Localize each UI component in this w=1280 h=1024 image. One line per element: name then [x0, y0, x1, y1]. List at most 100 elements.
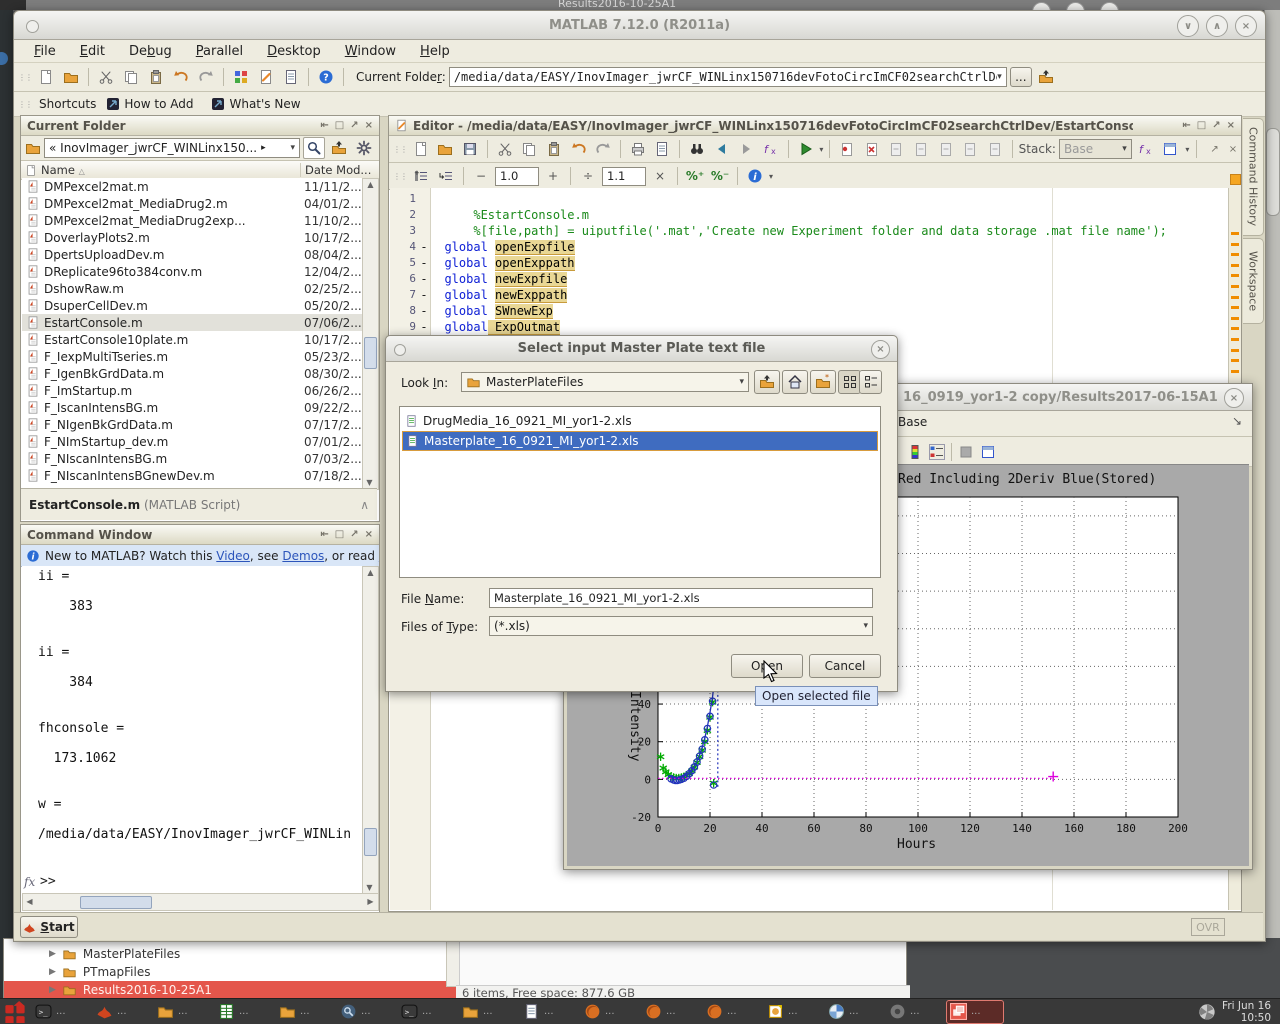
- breadcrumb-expand-icon[interactable]: ▸: [261, 143, 266, 153]
- editor-header[interactable]: Editor - /media/data/EASY/InovImager_jwr…: [389, 116, 1241, 136]
- annotation-mark[interactable]: [1231, 349, 1239, 352]
- shortcut-how-to-add[interactable]: How to Add: [124, 97, 193, 111]
- annotation-mark[interactable]: [1231, 296, 1239, 299]
- menu-item-parallel[interactable]: Parallel: [196, 44, 243, 59]
- new-script-button[interactable]: [35, 66, 57, 88]
- file-row[interactable]: F_ImStartup.m06/26/2...: [22, 382, 362, 399]
- taskbar-button-browser[interactable]: ...: [825, 1001, 881, 1023]
- date-column[interactable]: Date Mod...: [300, 163, 379, 177]
- step-out-icon[interactable]: [935, 138, 957, 160]
- exec-marker[interactable]: -: [418, 287, 430, 303]
- dialog-file-row[interactable]: Masterplate_16_0921_MI_yor1-2.xls: [402, 431, 878, 451]
- run-dropdown-icon[interactable]: ▾: [819, 145, 823, 154]
- matlab-titlebar[interactable]: MATLAB 7.12.0 (R2011a) ∨ ∧ ×: [14, 11, 1265, 40]
- next-cell-icon[interactable]: [435, 165, 457, 187]
- code-line[interactable]: 5- global openExppath: [390, 255, 1228, 271]
- code-line[interactable]: 4- global openExpfile: [390, 239, 1228, 255]
- figure-palette-icon[interactable]: [955, 441, 977, 463]
- dialog-close-button[interactable]: ×: [871, 340, 890, 359]
- taskbar-button-spreadsheet[interactable]: ...: [215, 1001, 271, 1023]
- shortcut-whats-new[interactable]: What's New: [229, 97, 300, 111]
- tree-item[interactable]: ▶MasterPlateFiles: [4, 945, 491, 963]
- file-row[interactable]: F_IscanIntensBG.m09/22/2...: [22, 399, 362, 416]
- split-window-icon[interactable]: [1159, 138, 1181, 160]
- annotation-mark[interactable]: [1231, 232, 1239, 235]
- function-hints-icon[interactable]: fx: [1135, 138, 1157, 160]
- cut-icon[interactable]: [494, 138, 516, 160]
- run-button[interactable]: [795, 138, 817, 160]
- tree-item[interactable]: ▶Results2016-10-25A1: [4, 981, 504, 999]
- taskbar-button-terminal[interactable]: >_...: [398, 1001, 454, 1023]
- file-row[interactable]: DsuperCellDev.m05/20/2...: [22, 297, 362, 314]
- split-dropdown-icon[interactable]: ▾: [1185, 145, 1189, 154]
- file-row[interactable]: EstartConsole.m07/06/2...: [22, 314, 362, 331]
- guide-icon[interactable]: [255, 66, 277, 88]
- current-folder-input[interactable]: /media/data/EASY/InovImager_jwrCF_WINLin…: [449, 67, 1007, 87]
- taskbar-button-terminal[interactable]: >_...: [32, 1001, 88, 1023]
- print-preview-icon[interactable]: [652, 138, 674, 160]
- scroll-up-arrow[interactable]: ▲: [363, 179, 378, 191]
- menu-item-edit[interactable]: Edit: [80, 44, 105, 59]
- exec-marker[interactable]: -: [418, 239, 430, 255]
- scrollbar-thumb[interactable]: [80, 896, 152, 909]
- file-detail-footer[interactable]: EstartConsole.m (MATLAB Script) ∧: [21, 488, 377, 520]
- command-window-output[interactable]: ii = 383 ii = 384 fhconsole = 173.1062 w…: [22, 566, 362, 893]
- code-line[interactable]: 7- global newExppath: [390, 287, 1228, 303]
- taskbar-button-impress[interactable]: ...: [764, 1001, 820, 1023]
- file-row[interactable]: F_NImStartup_dev.m07/01/2...: [22, 433, 362, 450]
- taskbar-button-folder[interactable]: ...: [276, 1001, 332, 1023]
- menu-item-file[interactable]: File: [34, 44, 56, 59]
- background-scrollbar-thumb[interactable]: [1266, 128, 1280, 216]
- maximize-button[interactable]: ∧: [1206, 15, 1228, 37]
- legend-icon[interactable]: [926, 441, 948, 463]
- taskbar-button-firefox[interactable]: ...: [642, 1001, 698, 1023]
- plot-browser-icon[interactable]: [977, 441, 999, 463]
- grid-view-button[interactable]: [838, 370, 861, 394]
- launcher-icon[interactable]: [3, 1001, 27, 1023]
- command-window-header[interactable]: Command Window ⇤ □ ↗ ×: [21, 525, 379, 545]
- window-menu-icon[interactable]: [26, 20, 39, 33]
- browse-folder-button[interactable]: ...: [1010, 67, 1032, 87]
- close-panel-icon[interactable]: ×: [1227, 120, 1235, 131]
- save-icon[interactable]: [459, 138, 481, 160]
- annotation-mark[interactable]: [1231, 274, 1239, 277]
- undock-icon[interactable]: ↗: [350, 529, 358, 540]
- up-folder-icon[interactable]: [328, 137, 350, 159]
- scroll-up-arrow[interactable]: ▲: [363, 567, 378, 579]
- taskbar-button-folder[interactable]: ...: [154, 1001, 210, 1023]
- annotation-summary-icon[interactable]: [1230, 174, 1241, 185]
- exec-marker[interactable]: -: [418, 319, 430, 335]
- dock-icon[interactable]: ⇤: [1182, 120, 1190, 131]
- command-prompt[interactable]: >>: [40, 874, 56, 889]
- exec-marker[interactable]: [418, 207, 430, 223]
- file-row[interactable]: F_NIscanIntensBGnewDev.m07/18/2...: [22, 467, 362, 484]
- chevron-down-icon[interactable]: ▾: [290, 143, 295, 153]
- step-icon[interactable]: [886, 138, 908, 160]
- chevron-down-icon[interactable]: ▾: [863, 621, 868, 631]
- command-h-scrollbar[interactable]: ◀ ▶: [22, 893, 379, 911]
- cut-button[interactable]: [95, 66, 117, 88]
- go-forward-icon[interactable]: [735, 138, 757, 160]
- scroll-right-arrow[interactable]: ▶: [364, 896, 377, 908]
- dock-figure-icon[interactable]: ↘: [1232, 414, 1242, 428]
- code-line[interactable]: 9- global ExpOutmat: [390, 319, 1228, 335]
- scrollbar-thumb[interactable]: [364, 337, 377, 369]
- tab-workspace[interactable]: Workspace: [1243, 238, 1264, 324]
- current-folder-header[interactable]: Current Folder ⇤ □ ↗ ×: [21, 116, 379, 136]
- exec-marker[interactable]: [418, 223, 430, 239]
- open-file-button[interactable]: [60, 66, 82, 88]
- annotation-mark[interactable]: [1231, 359, 1239, 362]
- increase-value-button[interactable]: +: [542, 165, 564, 187]
- taskbar-button-screenshot[interactable]: ...: [947, 1001, 1003, 1023]
- exec-marker[interactable]: -: [418, 303, 430, 319]
- comment-percent-remove-icon[interactable]: %⁻: [709, 165, 731, 187]
- maximize-panel-icon[interactable]: □: [335, 120, 344, 131]
- menu-item-debug[interactable]: Debug: [129, 44, 172, 59]
- copy-button[interactable]: [120, 66, 142, 88]
- undock-icon[interactable]: ↗: [350, 120, 358, 131]
- annotation-mark[interactable]: [1231, 253, 1239, 256]
- exec-marker[interactable]: -: [418, 255, 430, 271]
- chevron-down-icon[interactable]: ▾: [739, 377, 744, 387]
- file-row[interactable]: DpertsUploadDev.m08/04/2...: [22, 246, 362, 263]
- menu-item-window[interactable]: Window: [345, 44, 396, 59]
